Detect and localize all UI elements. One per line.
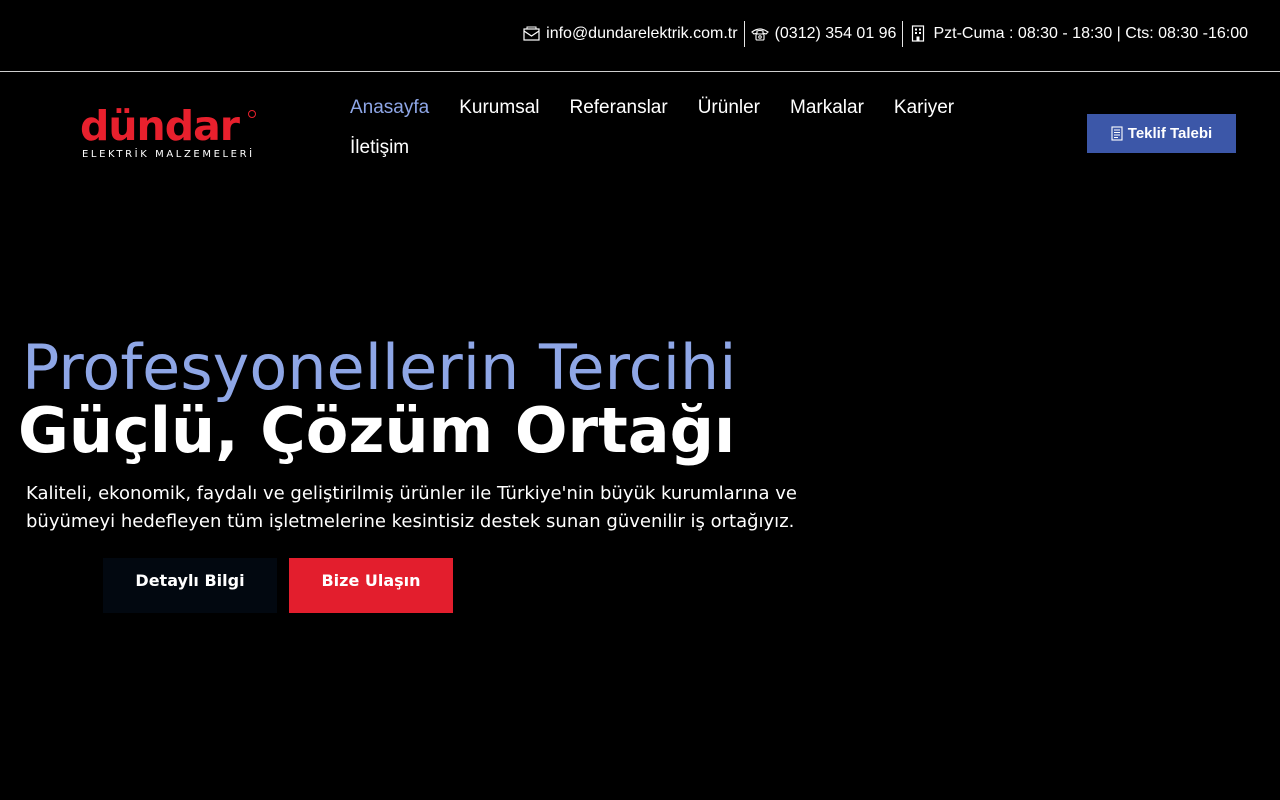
contact-button[interactable]: Bize Ulaşın: [289, 558, 453, 613]
logo-wordmark: dündar: [80, 102, 240, 150]
phone-icon: [750, 25, 769, 43]
nav-item-kurumsal[interactable]: Kurumsal: [459, 88, 539, 128]
nav-item-referanslar[interactable]: Referanslar: [569, 88, 667, 128]
email-text: info@dundarelektrik.com.tr: [546, 24, 738, 42]
document-icon: [1111, 126, 1123, 141]
email-contact[interactable]: info@dundarelektrik.com.tr: [522, 24, 738, 43]
nav-item-markalar[interactable]: Markalar: [790, 88, 864, 128]
phone-contact[interactable]: (0312) 354 01 96: [750, 24, 897, 43]
registered-mark-icon: [248, 110, 256, 118]
envelope-icon: [522, 25, 540, 43]
divider: [902, 20, 904, 47]
main-navigation: Anasayfa Kurumsal Referanslar Ürünler Ma…: [350, 88, 1010, 168]
divider: [743, 20, 745, 47]
top-info-bar: info@dundarelektrik.com.tr (0312) 354 01…: [0, 0, 1280, 72]
nav-item-urunler[interactable]: Ürünler: [698, 88, 760, 128]
details-button[interactable]: Detaylı Bilgi: [103, 558, 277, 613]
quote-request-label: Teklif Talebi: [1127, 125, 1213, 142]
nav-item-kariyer[interactable]: Kariyer: [894, 88, 954, 128]
page: info@dundarelektrik.com.tr (0312) 354 01…: [0, 0, 1280, 800]
nav-list: Anasayfa Kurumsal Referanslar Ürünler Ma…: [350, 88, 1010, 168]
nav-item-anasayfa[interactable]: Anasayfa: [350, 88, 429, 128]
nav-item-iletisim[interactable]: İletişim: [350, 128, 409, 168]
hero-description: Kaliteli, ekonomik, faydalı ve geliştiri…: [26, 483, 797, 532]
phone-text: (0312) 354 01 96: [774, 24, 897, 42]
hero-title: Güçlü, Çözüm Ortağı: [18, 394, 736, 467]
hours-text: Pzt-Cuma : 08:30 - 18:30 | Cts: 08:30 -1…: [933, 24, 1248, 42]
top-info-bar-content: info@dundarelektrik.com.tr (0312) 354 01…: [522, 20, 1248, 47]
building-icon: [909, 25, 927, 43]
logo-subtitle: ELEKTRİK MALZEMELERİ: [82, 149, 255, 160]
quote-request-button[interactable]: Teklif Talebi: [1087, 114, 1236, 153]
contact-button-label: Bize Ulaşın: [321, 571, 421, 590]
site-logo[interactable]: dündar ELEKTRİK MALZEMELERİ: [80, 104, 256, 162]
working-hours: Pzt-Cuma : 08:30 - 18:30 | Cts: 08:30 -1…: [909, 25, 1248, 43]
details-button-label: Detaylı Bilgi: [135, 571, 245, 590]
